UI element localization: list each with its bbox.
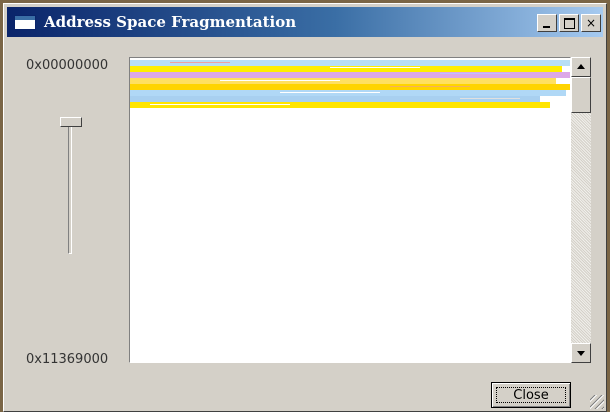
- title-bar[interactable]: Address Space Fragmentation ×: [7, 7, 603, 37]
- zoom-slider-thumb[interactable]: [60, 117, 82, 127]
- fragmentation-window: Address Space Fragmentation × 0x00000000…: [3, 3, 607, 412]
- close-window-button[interactable]: ×: [581, 14, 601, 32]
- allocation-stripe: [130, 84, 570, 90]
- scroll-thumb[interactable]: [571, 77, 591, 113]
- minimize-icon: [543, 26, 550, 28]
- allocation-stripe: [130, 78, 556, 84]
- scroll-down-button[interactable]: [571, 343, 591, 363]
- fragmentation-graphic: [130, 60, 570, 108]
- window-icon: [14, 15, 36, 30]
- allocation-stripe: [130, 72, 570, 78]
- fragment-line: [390, 86, 470, 87]
- scroll-up-button[interactable]: [571, 57, 591, 77]
- arrow-down-icon: [577, 351, 585, 356]
- zoom-slider-track[interactable]: [68, 122, 72, 254]
- fragment-line: [280, 92, 380, 93]
- close-button-label: Close: [496, 387, 566, 403]
- fragment-line: [170, 62, 230, 63]
- maximize-button[interactable]: [559, 14, 579, 32]
- allocation-stripe: [130, 66, 562, 72]
- start-address-label: 0x00000000: [26, 58, 109, 73]
- window-title: Address Space Fragmentation: [44, 13, 297, 31]
- arrow-up-icon: [577, 64, 585, 69]
- minimize-button[interactable]: [537, 14, 557, 32]
- close-icon: ×: [585, 16, 597, 30]
- fragment-line: [220, 80, 340, 81]
- end-address-label: 0x11369000: [26, 352, 109, 367]
- map-scrollbar[interactable]: [571, 57, 591, 363]
- close-button[interactable]: Close: [491, 382, 571, 408]
- fragment-line: [440, 73, 510, 74]
- fragment-line: [460, 98, 520, 99]
- maximize-icon: [564, 18, 575, 29]
- fragment-line: [330, 67, 420, 68]
- fragment-line: [150, 104, 290, 105]
- resize-grip[interactable]: [590, 395, 604, 409]
- address-space-map: [129, 57, 571, 363]
